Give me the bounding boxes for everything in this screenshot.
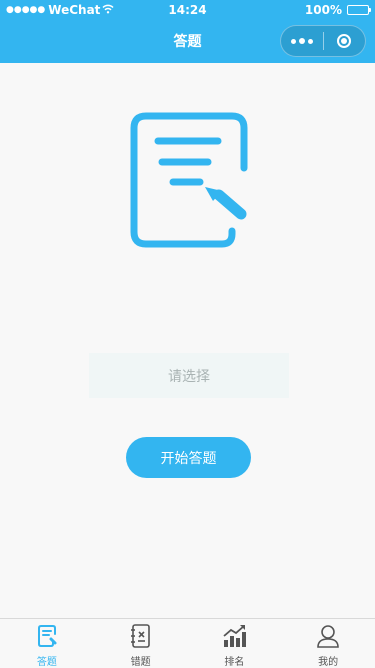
answer-document-icon <box>33 622 61 650</box>
tab-wrong-label: 错题 <box>130 657 151 668</box>
profile-user-icon <box>314 622 342 650</box>
tab-wrong[interactable]: 错题 <box>94 619 188 668</box>
tab-answer[interactable]: 答题 <box>0 619 94 668</box>
start-quiz-button[interactable]: 开始答题 <box>126 437 251 478</box>
status-right: 100% <box>304 3 371 17</box>
battery-icon <box>347 5 371 15</box>
tab-profile[interactable]: 我的 <box>281 619 375 668</box>
tab-ranking-label: 排名 <box>224 657 245 668</box>
wrong-notebook-icon <box>127 622 155 650</box>
category-picker[interactable]: 请选择 <box>89 353 289 398</box>
tab-bar: 答题 错题 排名 我的 <box>0 618 375 668</box>
ranking-chart-icon <box>220 622 248 650</box>
top-bar: ●●●●● WeChat 14:24 100% 答题 <box>0 0 375 63</box>
close-miniprogram-icon[interactable] <box>323 34 365 48</box>
more-options-icon[interactable] <box>281 38 323 44</box>
quiz-document-illustration-icon <box>128 110 252 252</box>
picker-placeholder: 请选择 <box>168 368 210 385</box>
tab-profile-label: 我的 <box>318 657 339 668</box>
miniprogram-capsule <box>280 25 366 57</box>
tab-ranking[interactable]: 排名 <box>188 619 282 668</box>
status-bar: ●●●●● WeChat 14:24 100% <box>0 0 375 20</box>
battery-percent: 100% <box>304 3 342 17</box>
tab-answer-label: 答题 <box>36 657 57 668</box>
start-quiz-label: 开始答题 <box>160 450 217 467</box>
